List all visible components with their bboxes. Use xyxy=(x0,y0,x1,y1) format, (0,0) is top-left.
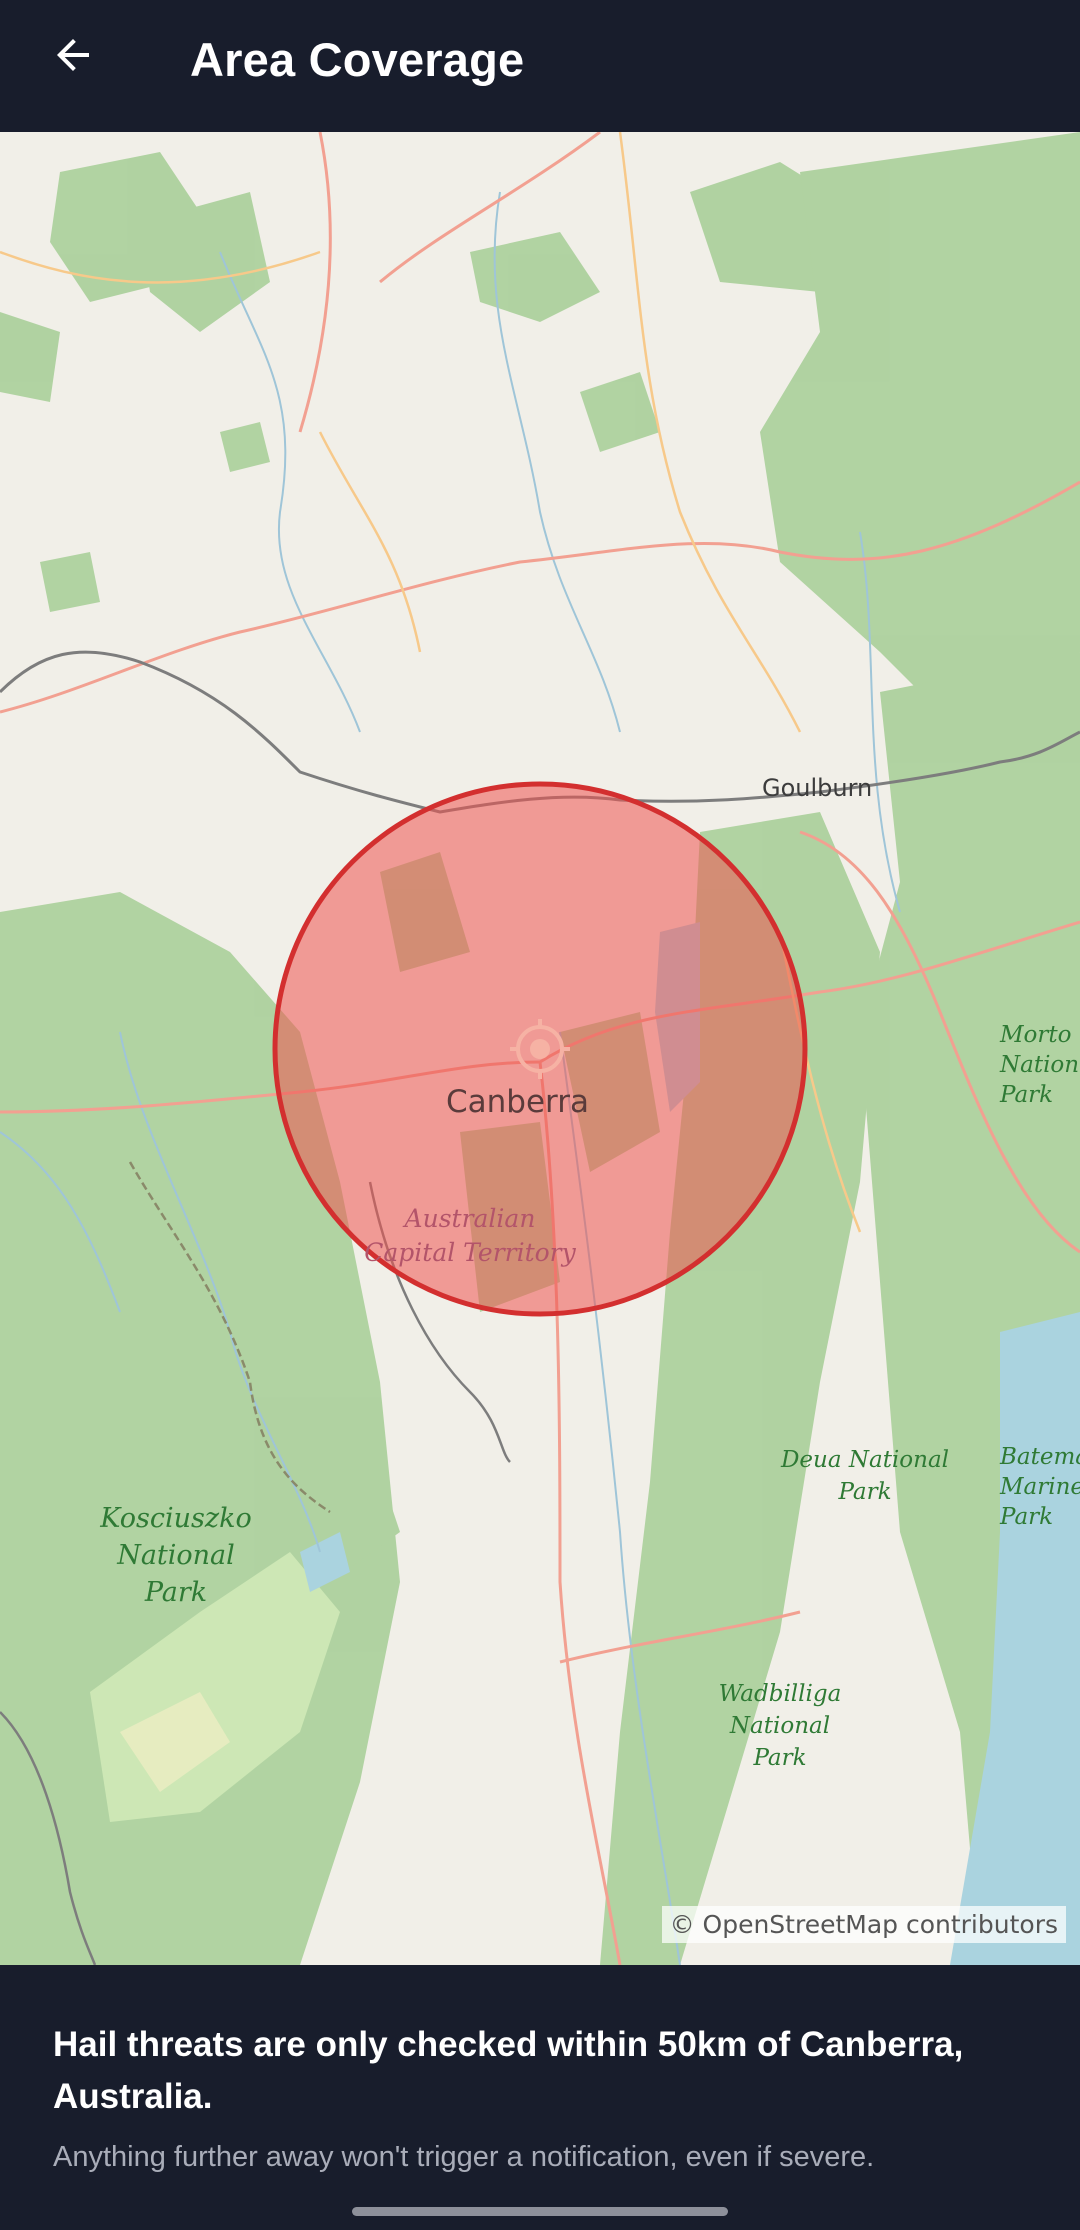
map-label-deua: Deua National Park xyxy=(780,1447,950,1505)
app-bar: Area Coverage xyxy=(0,0,1080,132)
map-label-canberra: Canberra xyxy=(446,1084,589,1120)
map-label-kosciuszko: Kosciuszko National Park xyxy=(100,1503,252,1608)
map-label-goulburn: Goulburn xyxy=(762,774,873,802)
page-title: Area Coverage xyxy=(190,33,525,86)
arrow-back-icon xyxy=(57,39,89,71)
home-indicator[interactable] xyxy=(352,2207,728,2216)
map-label-act: Australian Capital Territory xyxy=(364,1204,576,1267)
coverage-subtext: Anything further away won't trigger a no… xyxy=(53,2141,875,2173)
map-tiles xyxy=(0,132,1080,1965)
map-label-morton: Morto Nation Park xyxy=(1000,1022,1080,1108)
map-label-batemans: Batema Marine Park xyxy=(1000,1444,1080,1530)
map-attribution[interactable]: © OpenStreetMap contributors xyxy=(661,1906,1066,1943)
map-label-wadbilliga: Wadbilliga National Park xyxy=(718,1681,842,1771)
coverage-headline: Hail threats are only checked within 50k… xyxy=(53,2025,964,2116)
coverage-map[interactable]: Canberra Goulburn Australian Capital Ter… xyxy=(0,132,1080,1965)
back-button[interactable] xyxy=(40,22,106,88)
coverage-info-panel: Hail threats are only checked within 50k… xyxy=(0,1965,1080,2230)
